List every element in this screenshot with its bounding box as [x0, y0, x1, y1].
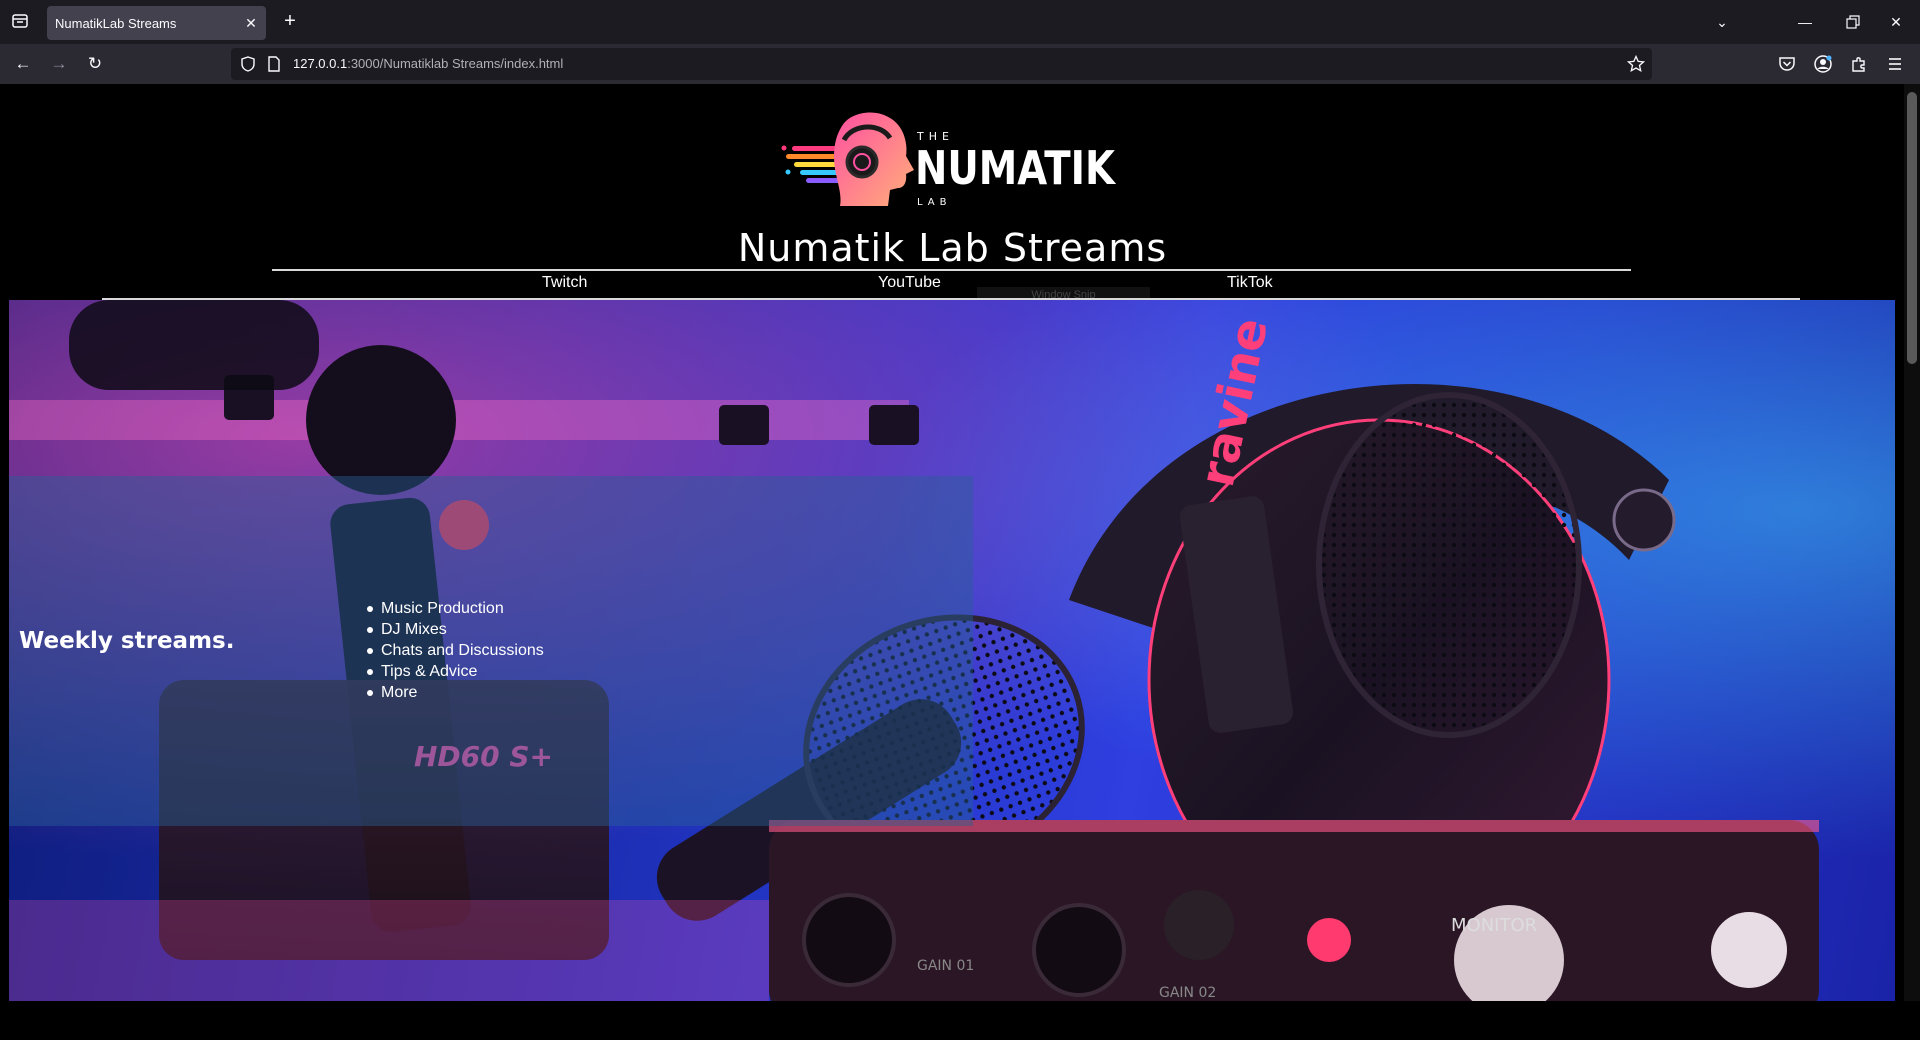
url-path: :3000/Numatiklab Streams/index.html — [347, 56, 564, 71]
svg-text:LAB: LAB — [917, 197, 952, 208]
star-icon[interactable] — [1627, 55, 1645, 73]
browser-tab[interactable]: NumatikLab Streams ✕ — [47, 6, 266, 40]
minimize-icon[interactable]: — — [1795, 12, 1815, 32]
stream-topics-list: Music Production DJ Mixes Chats and Disc… — [364, 598, 544, 703]
list-item: DJ Mixes — [364, 619, 544, 640]
account-icon[interactable] — [1813, 54, 1833, 74]
page-viewport: THE NUMATIK LAB Numatik Lab Streams Twit… — [0, 84, 1920, 1040]
gain-02-label: GAIN 02 — [1159, 985, 1217, 1001]
shield-icon[interactable] — [239, 55, 257, 73]
hero-info-panel: Weekly streams. Music Production DJ Mixe… — [9, 476, 973, 826]
restore-icon[interactable] — [1842, 12, 1862, 32]
forward-arrow-icon[interactable]: → — [47, 52, 71, 76]
close-icon[interactable]: ✕ — [242, 14, 260, 32]
nav-link-youtube[interactable]: YouTube — [878, 274, 941, 292]
browser-nav-bar: ← → ↻ 127.0.0.1:3000/Numatiklab Streams/… — [0, 44, 1920, 84]
extensions-icon[interactable] — [1849, 54, 1869, 74]
page-icon[interactable] — [265, 55, 283, 73]
nav-link-tiktok[interactable]: TikTok — [1227, 274, 1273, 292]
title-divider — [272, 269, 1631, 271]
list-item: Tips & Advice — [364, 661, 544, 682]
nav-link-twitch[interactable]: Twitch — [542, 274, 587, 292]
reload-icon[interactable]: ↻ — [83, 52, 107, 76]
browser-tab-bar: NumatikLab Streams ✕ + ⌄ — ✕ — [0, 0, 1920, 44]
window-close-icon[interactable]: ✕ — [1886, 12, 1906, 32]
scrollbar-thumb[interactable] — [1907, 92, 1917, 364]
numatik-lab-logo[interactable]: THE NUMATIK LAB — [780, 104, 1125, 214]
scrollbar[interactable] — [1904, 84, 1920, 1001]
monitor-label: MONITOR — [1451, 915, 1538, 936]
url-text[interactable]: 127.0.0.1:3000/Numatiklab Streams/index.… — [293, 56, 563, 71]
url-host: 127.0.0.1 — [293, 56, 348, 71]
list-item: Chats and Discussions — [364, 640, 544, 661]
pocket-icon[interactable] — [1777, 54, 1797, 74]
page-title: Numatik Lab Streams — [737, 226, 1168, 270]
hero-heading: Weekly streams. — [19, 628, 235, 654]
tab-list-icon[interactable] — [10, 11, 30, 31]
plus-icon[interactable]: + — [279, 10, 301, 32]
logo-bottom-text: LAB — [917, 197, 952, 208]
back-arrow-icon[interactable]: ← — [11, 52, 35, 76]
svg-text:NUMATIK: NUMATIK — [915, 141, 1117, 195]
tab-title: NumatikLab Streams — [55, 15, 177, 31]
list-item: More — [364, 682, 544, 703]
menu-icon[interactable] — [1885, 54, 1905, 74]
address-bar[interactable]: 127.0.0.1:3000/Numatiklab Streams/index.… — [231, 48, 1652, 80]
gain-01-label: GAIN 01 — [917, 958, 975, 974]
hero-banner: HD60 S+ ravine MONITOR GAIN 01 GAIN 02 W… — [9, 300, 1895, 1001]
list-item: Music Production — [364, 598, 544, 619]
logo-main-text: NUMATIK — [915, 141, 1117, 195]
chevron-down-icon[interactable]: ⌄ — [1712, 12, 1732, 32]
